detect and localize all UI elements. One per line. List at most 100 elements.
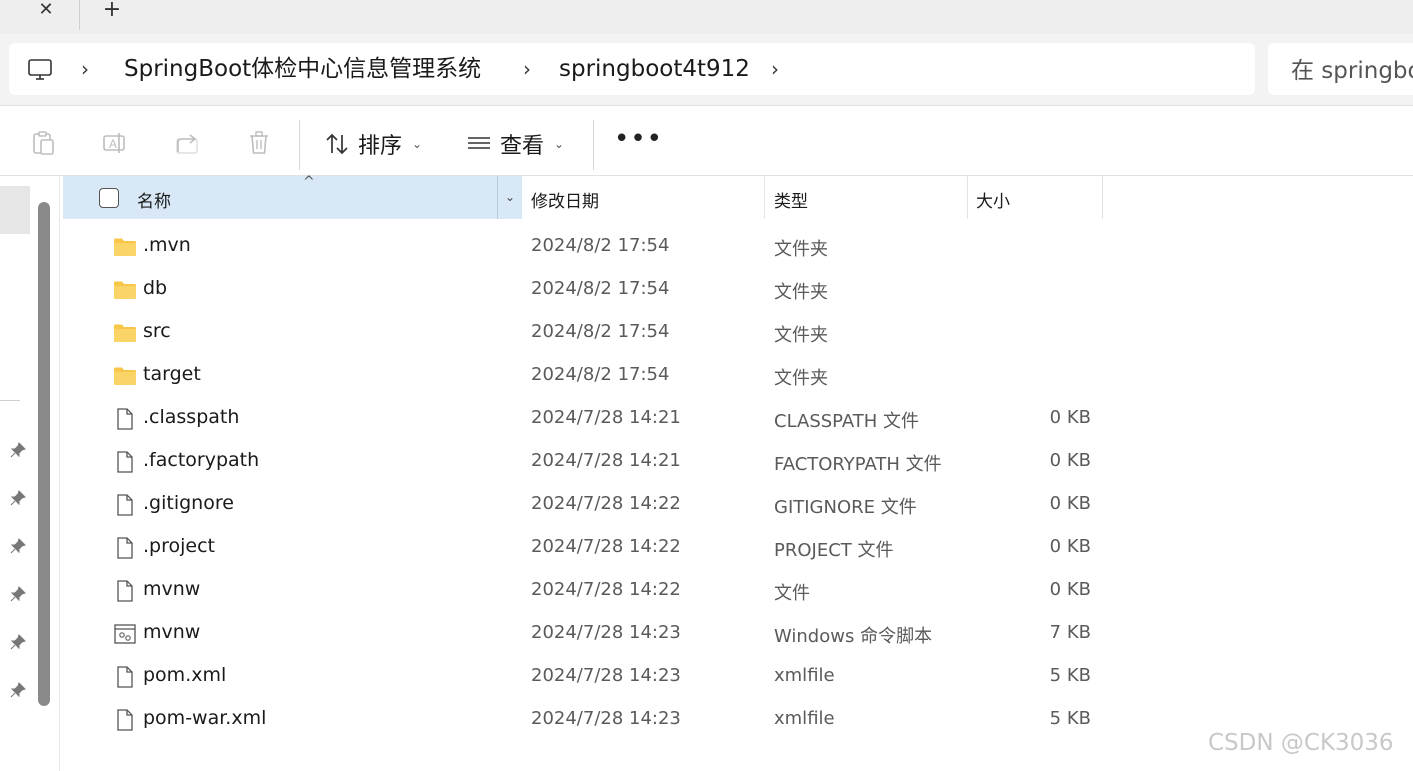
column-filter-dropdown[interactable]: ⌄ [497,176,522,219]
sort-icon [326,133,348,155]
file-row[interactable]: .mvn 2024/8/2 17:54 文件夹 [63,225,1123,268]
file-row[interactable]: mvnw 2024/7/28 14:23 Windows 命令脚本 7 KB [63,612,1123,655]
select-all-checkbox[interactable] [99,188,119,208]
file-modified: 2024/8/2 17:54 [531,321,670,342]
file-type: xmlfile [774,665,835,686]
nav-divider [0,400,20,401]
sort-label: 排序 [358,134,403,159]
tab-strip: ✕ + [0,0,1413,34]
column-header-size[interactable]: 大小 [976,187,1010,212]
file-row[interactable]: pom.xml 2024/7/28 14:23 xmlfile 5 KB [63,655,1123,698]
paste-icon[interactable] [30,130,56,156]
file-modified: 2024/8/2 17:54 [531,235,670,256]
file-type: PROJECT 文件 [774,540,894,561]
pin-icon[interactable] [10,490,26,506]
toolbar-divider [299,120,300,170]
file-name[interactable]: .project [143,535,215,557]
address-bar[interactable]: › SpringBoot体检中心信息管理系统 › springboot4t912… [9,43,1255,95]
view-label: 查看 [500,134,545,159]
file-name[interactable]: db [143,277,167,299]
view-button[interactable]: 查看 ⌄ [466,128,564,160]
file-modified: 2024/8/2 17:54 [531,364,670,385]
share-icon[interactable] [174,130,200,156]
rename-icon[interactable]: A [102,130,128,156]
file-type: CLASSPATH 文件 [774,411,920,432]
breadcrumb-separator[interactable]: › [523,57,531,81]
watermark: CSDN @CK3036 [1208,730,1394,756]
file-modified: 2024/7/28 14:23 [531,708,681,729]
file-type: 文件夹 [774,368,828,389]
file-row[interactable]: .gitignore 2024/7/28 14:22 GITIGNORE 文件 0 K… [63,483,1123,526]
column-resize-handle[interactable] [764,176,765,219]
folder-icon [113,365,137,387]
column-header-type[interactable]: 类型 [774,187,808,212]
breadcrumb-item-project[interactable]: SpringBoot体检中心信息管理系统 [124,55,481,83]
file-type: 文件夹 [774,325,828,346]
breadcrumb-item-folder[interactable]: springboot4t912 [559,55,750,83]
pin-icon[interactable] [10,538,26,554]
file-modified: 2024/8/2 17:54 [531,278,670,299]
file-size: 5 KB [1049,708,1091,729]
file-modified: 2024/7/28 14:23 [531,665,681,686]
pin-icon[interactable] [10,682,26,698]
pin-icon[interactable] [10,442,26,458]
chevron-down-icon: ⌄ [412,137,423,151]
file-name[interactable]: .mvn [143,234,191,256]
column-header-name[interactable]: ^ 名称 ⌄ [63,174,522,219]
pane-divider[interactable] [59,176,60,771]
breadcrumb-separator[interactable]: › [81,57,89,81]
list-view-icon [468,137,490,149]
search-input[interactable]: 在 springboot4t912 中搜索 [1291,57,1413,85]
nav-scrollbar[interactable] [38,202,50,706]
file-name[interactable]: pom.xml [143,664,226,686]
file-modified: 2024/7/28 14:23 [531,622,681,643]
pin-icon[interactable] [10,634,26,650]
column-header-row: ^ 名称 ⌄ 修改日期 类型 大小 [63,174,1103,219]
sort-ascending-icon: ^ [303,174,315,190]
file-name[interactable]: mvnw [143,621,200,643]
breadcrumb-separator[interactable]: › [771,57,779,81]
file-name[interactable]: src [143,320,171,342]
this-pc-icon[interactable] [27,58,53,82]
column-header-modified[interactable]: 修改日期 [531,187,599,212]
file-icon [113,537,137,559]
file-row[interactable]: .factorypath 2024/7/28 14:21 FACTORYPATH 文… [63,440,1123,483]
sort-button[interactable]: 排序 ⌄ [324,128,422,160]
file-row[interactable]: pom-war.xml 2024/7/28 14:23 xmlfile 5 KB [63,698,1123,741]
file-row[interactable]: target 2024/8/2 17:54 文件夹 [63,354,1123,397]
file-type: Windows 命令脚本 [774,626,933,647]
file-row[interactable]: mvnw 2024/7/28 14:22 文件 0 KB [63,569,1123,612]
more-options-button[interactable]: ••• [614,124,663,154]
script-file-icon [113,623,137,645]
delete-icon[interactable] [246,130,272,156]
folder-icon [113,236,137,258]
file-row[interactable]: .classpath 2024/7/28 14:21 CLASSPATH 文件 0 K… [63,397,1123,440]
tab-divider [79,0,80,30]
file-size: 0 KB [1049,407,1091,428]
file-icon [113,666,137,688]
file-name[interactable]: pom-war.xml [143,707,266,729]
file-modified: 2024/7/28 14:22 [531,536,681,557]
search-box[interactable]: 在 springboot4t912 中搜索 [1268,43,1413,95]
file-size: 0 KB [1049,450,1091,471]
file-name[interactable]: target [143,363,201,385]
file-modified: 2024/7/28 14:21 [531,407,681,428]
file-name[interactable]: .factorypath [143,449,259,471]
file-type: xmlfile [774,708,835,729]
new-tab-button[interactable]: + [96,0,128,22]
close-tab-button[interactable]: ✕ [30,0,62,22]
nav-selected-item[interactable] [0,186,30,234]
file-name[interactable]: mvnw [143,578,200,600]
file-name[interactable]: .gitignore [143,492,234,514]
folder-icon [113,279,137,301]
pin-icon[interactable] [10,586,26,602]
file-icon [113,408,137,430]
file-modified: 2024/7/28 14:21 [531,450,681,471]
file-icon [113,451,137,473]
column-resize-handle[interactable] [967,176,968,219]
file-row[interactable]: .project 2024/7/28 14:22 PROJECT 文件 0 KB [63,526,1123,569]
file-name[interactable]: .classpath [143,406,239,428]
file-row[interactable]: src 2024/8/2 17:54 文件夹 [63,311,1123,354]
column-resize-handle[interactable] [1102,176,1103,219]
file-row[interactable]: db 2024/8/2 17:54 文件夹 [63,268,1123,311]
